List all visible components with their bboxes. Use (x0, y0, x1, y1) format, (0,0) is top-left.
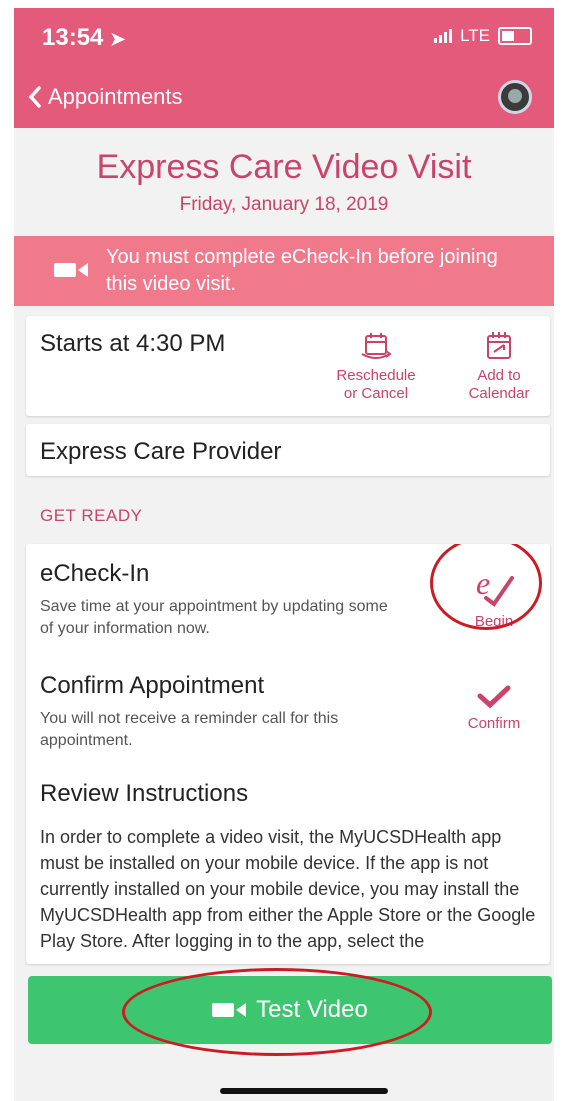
confirm-title: Confirm Appointment (40, 672, 265, 699)
status-indicators: LTE (434, 26, 532, 46)
alert-text: You must complete eCheck-In before joini… (106, 246, 498, 295)
review-title: Review Instructions (40, 780, 249, 807)
avatar[interactable] (498, 80, 532, 114)
phone-screen: 13:54 ➤ LTE Appointments Express Care Vi… (14, 8, 554, 1101)
review-instructions-text: In order to complete a video visit, the … (40, 827, 536, 951)
checkmark-icon (477, 685, 511, 709)
chevron-left-icon (28, 86, 41, 108)
confirm-desc: You will not receive a reminder call for… (40, 710, 339, 749)
add-to-calendar-button[interactable]: Add to Calendar (454, 330, 544, 403)
echeckin-alert-banner[interactable]: You must complete eCheck-In before joini… (14, 236, 554, 306)
signal-icon (434, 29, 453, 43)
calendar-icon (487, 332, 511, 359)
calendar-label-line2: Calendar (468, 385, 530, 402)
appointment-time-card: Starts at 4:30 PM Reschedule or Cancel A… (26, 316, 550, 416)
echeckin-desc: Save time at your appointment by updatin… (40, 598, 388, 637)
back-label: Appointments (48, 84, 183, 109)
highlight-circle-test-video (122, 968, 432, 1056)
reschedule-button[interactable]: Reschedule or Cancel (326, 330, 426, 403)
top-bar: 13:54 ➤ LTE Appointments (14, 8, 554, 128)
status-time: 13:54 ➤ (42, 24, 126, 51)
network-label: LTE (460, 26, 490, 45)
provider-name: Express Care Provider (40, 438, 282, 465)
reschedule-label-line1: Reschedule (336, 367, 416, 384)
calendar-label-line1: Add to (477, 367, 521, 384)
get-ready-card: eCheck-In Save time at your appointment … (26, 544, 550, 964)
home-indicator[interactable] (220, 1088, 388, 1094)
appointment-date: Friday, January 18, 2019 (179, 194, 389, 215)
location-arrow-icon: ➤ (110, 29, 126, 49)
provider-card[interactable]: Express Care Provider (26, 424, 550, 476)
get-ready-heading: GET READY (40, 506, 143, 525)
video-camera-icon (54, 263, 88, 277)
confirm-label: Confirm (467, 715, 521, 732)
back-button[interactable]: Appointments (28, 84, 183, 110)
reschedule-label-line2: or Cancel (343, 385, 409, 402)
echeckin-title: eCheck-In (40, 560, 150, 587)
page-title: Express Care Video Visit (96, 148, 472, 186)
confirm-button[interactable]: Confirm (454, 684, 534, 733)
start-time: Starts at 4:30 PM (40, 330, 226, 357)
battery-icon (498, 27, 532, 45)
reschedule-icon (361, 333, 392, 359)
